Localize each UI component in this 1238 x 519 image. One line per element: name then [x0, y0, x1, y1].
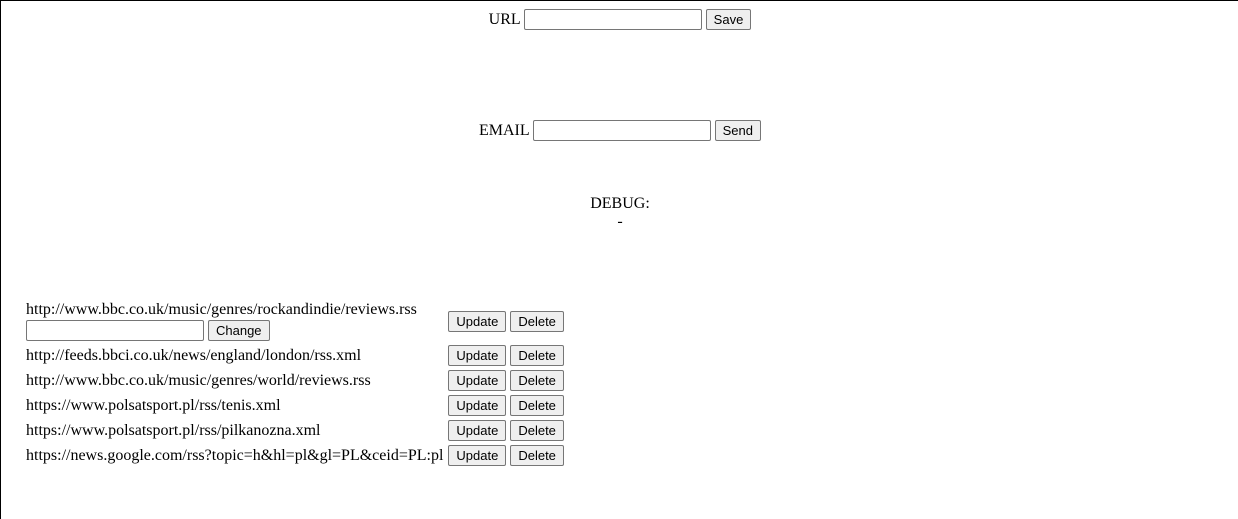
debug-output: -: [617, 213, 623, 230]
table-row: https://www.polsatsport.pl/rss/tenis.xml…: [25, 394, 565, 417]
change-button[interactable]: Change: [208, 320, 270, 341]
feed-cell: http://www.bbc.co.uk/music/genres/rockan…: [25, 300, 444, 342]
feed-url: https://www.polsatsport.pl/rss/tenis.xml: [26, 396, 281, 414]
save-button[interactable]: Save: [705, 9, 752, 30]
feed-url: http://www.bbc.co.uk/music/genres/world/…: [26, 371, 371, 389]
email-label: EMAIL: [478, 121, 530, 139]
feed-actions: Update Delete: [446, 300, 565, 342]
email-input[interactable]: [532, 120, 711, 141]
feed-actions: Update Delete: [446, 344, 565, 367]
update-button[interactable]: Update: [448, 310, 507, 332]
feeds-table: http://www.bbc.co.uk/music/genres/rockan…: [23, 298, 567, 469]
update-button[interactable]: Update: [448, 445, 507, 466]
update-button[interactable]: Update: [448, 420, 507, 441]
feed-edit-input[interactable]: [26, 320, 204, 341]
feed-actions: Update Delete: [446, 444, 565, 467]
url-label: URL: [488, 10, 521, 28]
feed-actions: Update Delete: [446, 419, 565, 442]
update-button[interactable]: Update: [448, 345, 507, 366]
feed-edit-line: Change: [26, 320, 443, 341]
table-row: http://feeds.bbci.co.uk/news/england/lon…: [25, 344, 565, 367]
feed-url: https://www.polsatsport.pl/rss/pilkanozn…: [26, 421, 321, 439]
debug-label: DEBUG:: [590, 195, 650, 212]
url-form: URL Save: [1, 9, 1238, 30]
table-row: https://news.google.com/rss?topic=h&hl=p…: [25, 444, 565, 467]
update-button[interactable]: Update: [448, 370, 507, 391]
delete-button[interactable]: Delete: [510, 395, 564, 416]
delete-button[interactable]: Delete: [510, 310, 564, 332]
table-row: http://www.bbc.co.uk/music/genres/rockan…: [25, 300, 565, 342]
delete-button[interactable]: Delete: [510, 420, 564, 441]
update-button[interactable]: Update: [448, 395, 507, 416]
delete-button[interactable]: Delete: [510, 345, 564, 366]
feed-actions: Update Delete: [446, 369, 565, 392]
table-row: https://www.polsatsport.pl/rss/pilkanozn…: [25, 419, 565, 442]
feed-url: https://news.google.com/rss?topic=h&hl=p…: [26, 446, 444, 464]
feed-actions: Update Delete: [446, 394, 565, 417]
send-button[interactable]: Send: [714, 120, 762, 141]
delete-button[interactable]: Delete: [510, 445, 564, 466]
feed-url: http://www.bbc.co.uk/music/genres/rockan…: [26, 301, 417, 318]
delete-button[interactable]: Delete: [510, 370, 564, 391]
url-input[interactable]: [523, 9, 702, 30]
table-row: http://www.bbc.co.uk/music/genres/world/…: [25, 369, 565, 392]
email-form: EMAIL Send: [1, 120, 1238, 141]
feed-url: http://feeds.bbci.co.uk/news/england/lon…: [26, 346, 362, 364]
